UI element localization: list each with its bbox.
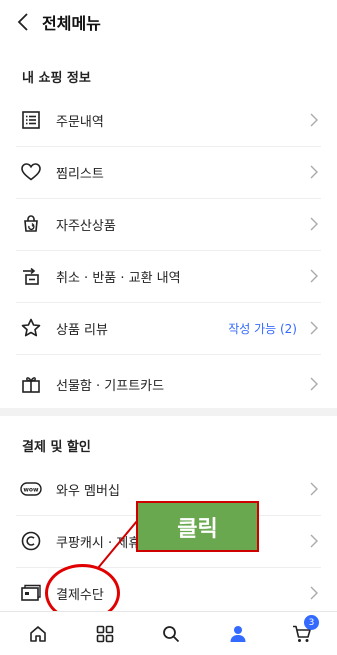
annotation-click-label: 클릭 — [136, 501, 259, 552]
tab-cart[interactable]: 3 — [282, 612, 322, 655]
tab-category[interactable] — [85, 612, 125, 655]
annotation-connector-line — [97, 520, 138, 569]
bottom-navigation: 3 — [0, 611, 337, 655]
tab-my-page[interactable] — [218, 612, 258, 655]
home-icon — [30, 626, 46, 642]
tab-home[interactable] — [18, 612, 58, 655]
search-icon — [163, 626, 180, 643]
user-icon — [230, 626, 246, 642]
tab-search[interactable] — [151, 612, 191, 655]
cart-count-badge: 3 — [304, 615, 319, 630]
grid-icon — [96, 625, 114, 643]
